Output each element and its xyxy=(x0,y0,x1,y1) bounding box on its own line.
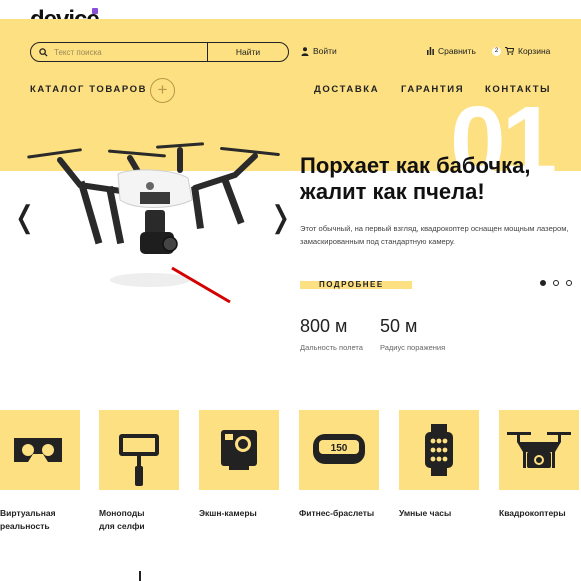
hero-title: Порхает как бабочка, жалит как пчела! xyxy=(300,153,581,205)
category-card-monopod[interactable] xyxy=(99,410,179,490)
category-card-vr[interactable] xyxy=(0,410,80,490)
stat-label-radius: Радиус поражения xyxy=(380,343,446,352)
category-card-fitness[interactable]: 150 xyxy=(299,410,379,490)
action-camera-icon xyxy=(221,430,257,470)
cart-icon xyxy=(505,47,514,55)
search-form: Найти xyxy=(30,42,289,62)
category-label-fitness[interactable]: Фитнес-браслеты xyxy=(299,507,374,520)
catalog-plus-icon[interactable]: + xyxy=(150,78,175,103)
category-label-vr-line1: Виртуальная xyxy=(0,508,56,518)
smartwatch-icon xyxy=(425,424,453,476)
stat-label-range: Дальность полета xyxy=(300,343,363,352)
compare-icon xyxy=(427,47,434,55)
stat-value-radius: 50 м xyxy=(380,316,418,336)
category-label-smartwatch[interactable]: Умные часы xyxy=(399,507,451,520)
category-label-vr[interactable]: Виртуальная реальность xyxy=(0,507,56,533)
nav-catalog[interactable]: КАТАЛОГ ТОВАРОВ xyxy=(30,84,147,95)
cart-label: Корзина xyxy=(518,46,551,56)
vr-headset-icon xyxy=(14,438,62,462)
category-label-monopod-line2: для селфи xyxy=(99,521,145,531)
category-label-action-cam[interactable]: Экшн-камеры xyxy=(199,507,257,520)
compare-label: Сравнить xyxy=(438,46,476,56)
bottom-divider xyxy=(139,571,141,581)
fitness-band-readout: 150 xyxy=(331,443,348,454)
login-label: Войти xyxy=(313,46,337,56)
logo-dot xyxy=(92,8,98,14)
slider-dot-2[interactable] xyxy=(553,280,559,286)
hero-title-line1: Порхает как бабочка, xyxy=(300,153,531,178)
more-button-label: ПОДРОБНЕЕ xyxy=(319,280,384,289)
quadcopter-icon xyxy=(507,432,571,468)
category-label-monopod[interactable]: Моноподы для селфи xyxy=(99,507,145,533)
nav-delivery[interactable]: ДОСТАВКА xyxy=(314,84,379,95)
slider-dots xyxy=(540,280,572,286)
cart-count-badge: 2 xyxy=(492,46,501,56)
slider-prev-arrow[interactable]: ❬ xyxy=(12,200,37,235)
search-input[interactable] xyxy=(54,47,204,57)
category-card-action-cam[interactable] xyxy=(199,410,279,490)
compare-link[interactable]: Сравнить xyxy=(427,46,476,56)
category-card-quadcopter[interactable] xyxy=(499,410,579,490)
search-field xyxy=(31,43,208,61)
user-icon xyxy=(301,46,309,56)
stat-value-range: 800 м xyxy=(300,316,348,336)
slider-dot-1[interactable] xyxy=(540,280,546,286)
search-icon xyxy=(39,47,48,57)
category-label-quadcopter[interactable]: Квадрокоптеры xyxy=(499,507,566,520)
category-card-smartwatch[interactable] xyxy=(399,410,479,490)
search-button[interactable]: Найти xyxy=(208,43,288,61)
hero-description: Этот обычный, на первый взгляд, квадроко… xyxy=(300,224,569,246)
drone-image xyxy=(27,142,280,304)
fitness-band-icon: 150 xyxy=(313,434,365,464)
slider-next-arrow[interactable]: ❭ xyxy=(268,200,293,235)
category-label-monopod-line1: Моноподы xyxy=(99,508,145,518)
category-label-vr-line2: реальность xyxy=(0,521,50,531)
cart-link[interactable]: 2 Корзина xyxy=(492,46,550,56)
more-button[interactable]: ПОДРОБНЕЕ xyxy=(300,280,412,289)
hero-title-line2: жалит как пчела! xyxy=(300,179,485,204)
slider-dot-3[interactable] xyxy=(566,280,572,286)
selfie-stick-icon xyxy=(119,434,159,486)
login-link[interactable]: Войти xyxy=(301,46,337,56)
